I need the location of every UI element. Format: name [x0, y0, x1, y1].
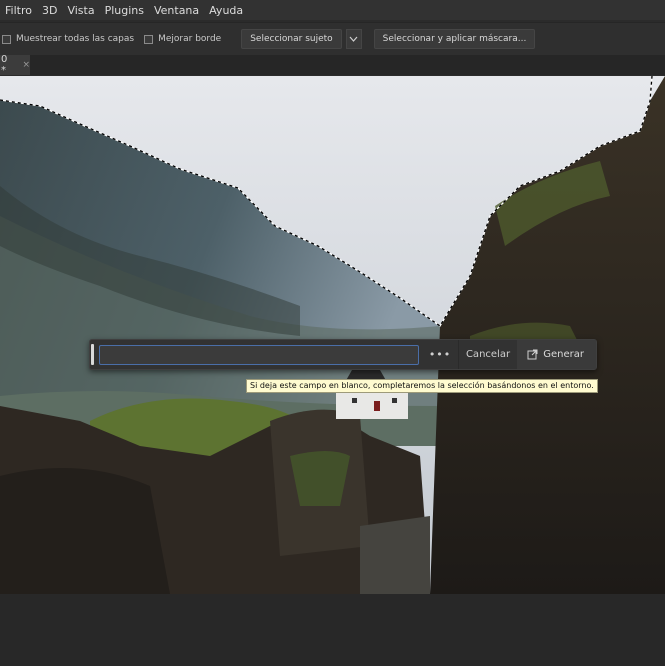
menu-vista[interactable]: Vista	[62, 4, 99, 17]
more-options-icon[interactable]: •••	[429, 348, 451, 361]
generate-icon	[527, 349, 538, 360]
select-subject-button[interactable]: Seleccionar sujeto	[241, 29, 342, 49]
generate-label: Generar	[543, 349, 584, 360]
tool-options-bar: Muestrear todas las capas Mejorar borde …	[0, 22, 665, 56]
enhance-edge-checkbox[interactable]: Mejorar borde	[144, 34, 221, 44]
menu-bar: Filtro 3D Vista Plugins Ventana Ayuda	[0, 0, 665, 20]
landscape-image	[0, 76, 665, 594]
chevron-down-icon	[349, 36, 358, 42]
menu-ventana[interactable]: Ventana	[149, 4, 204, 17]
checkbox-box[interactable]	[2, 34, 11, 44]
menu-3d[interactable]: 3D	[37, 4, 62, 17]
document-tab[interactable]: 0 * ×	[0, 54, 30, 76]
menu-ayuda[interactable]: Ayuda	[204, 4, 248, 17]
prompt-input[interactable]	[98, 344, 419, 365]
document-tab-label: 0 *	[1, 54, 8, 76]
menu-plugins[interactable]: Plugins	[100, 4, 149, 17]
enhance-edge-label: Mejorar borde	[158, 34, 222, 44]
drag-handle[interactable]	[91, 344, 94, 365]
cancel-button[interactable]: Cancelar	[459, 349, 517, 360]
menu-filtro[interactable]: Filtro	[0, 4, 37, 17]
image-canvas[interactable]	[0, 76, 665, 594]
close-icon[interactable]: ×	[22, 60, 30, 70]
workspace-background	[0, 594, 665, 666]
select-subject-dropdown[interactable]	[345, 29, 362, 49]
checkbox-box[interactable]	[144, 34, 154, 44]
select-and-mask-button[interactable]: Seleccionar y aplicar máscara...	[373, 29, 536, 49]
tooltip: Si deja este campo en blanco, completare…	[246, 379, 598, 393]
sample-all-layers-checkbox[interactable]: Muestrear todas las capas	[2, 34, 134, 44]
document-tab-bar: 0 * ×	[0, 54, 665, 76]
sample-all-layers-label: Muestrear todas las capas	[16, 34, 135, 44]
generate-button[interactable]: Generar	[517, 340, 596, 369]
generative-fill-bar: ••• Cancelar Generar	[89, 339, 597, 370]
